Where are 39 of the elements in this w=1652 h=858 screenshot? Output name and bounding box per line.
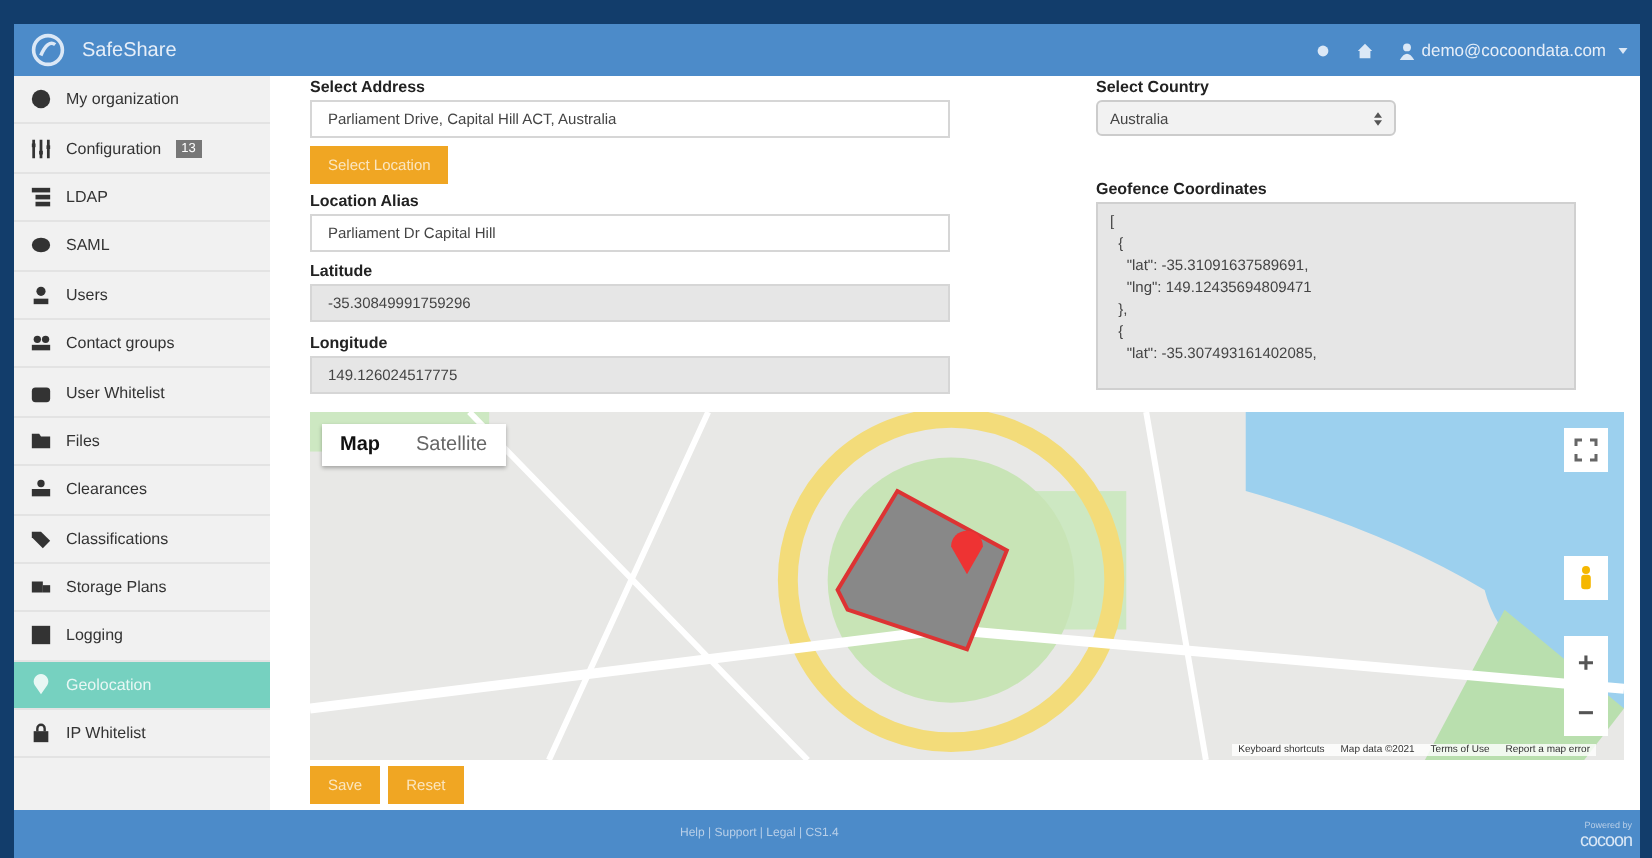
caret-icon [1618,47,1628,53]
sidebar-item[interactable]: Storage Plans [14,563,270,613]
field-label: Geofence Coordinates [1096,180,1267,198]
app-name: SafeShare [82,39,177,61]
field-label: Longitude [310,334,388,352]
street-view-button[interactable] [1564,556,1608,600]
tag-icon [30,527,52,550]
people-icon [30,478,52,501]
lock-icon [30,722,52,745]
map-type-tab[interactable]: Satellite [398,424,506,466]
sidebar-item[interactable]: IP Whitelist [14,710,270,759]
group-icon [30,332,52,355]
home-icon[interactable] [1355,41,1374,59]
brand-logo: cocoon [1579,829,1632,849]
pin-icon [30,673,52,696]
field-label: Location Alias [310,192,419,210]
sidebar-item[interactable]: SAML [14,222,270,272]
field-label: Select Country [1096,78,1209,96]
sidebar-item[interactable]: Users [14,271,270,320]
sliders-icon [30,137,52,160]
user-icon [1397,41,1416,59]
logo-icon [30,32,66,68]
map-type-tab[interactable]: Map [322,424,398,466]
sidebar-item[interactable]: My organization [14,76,270,125]
field-label: Select Address [310,78,426,96]
sidebar-item[interactable]: Contact groups [14,319,270,369]
field-label: Latitude [310,262,373,280]
sort-arrows-icon [1374,111,1382,125]
folder-icon [30,429,52,452]
sidebar-item[interactable]: LDAP [14,173,270,223]
user-icon [30,283,52,306]
sidebar-item[interactable]: User Whitelist [14,368,270,418]
sidebar-item[interactable]: Files [14,417,270,467]
fullscreen-button[interactable] [1564,428,1608,472]
sidebar-item[interactable]: Clearances [14,466,270,516]
person-icon [1578,564,1594,592]
stack-icon [30,185,52,208]
sidebar-item[interactable]: Classifications [14,515,270,564]
fullscreen-icon [1574,438,1598,462]
